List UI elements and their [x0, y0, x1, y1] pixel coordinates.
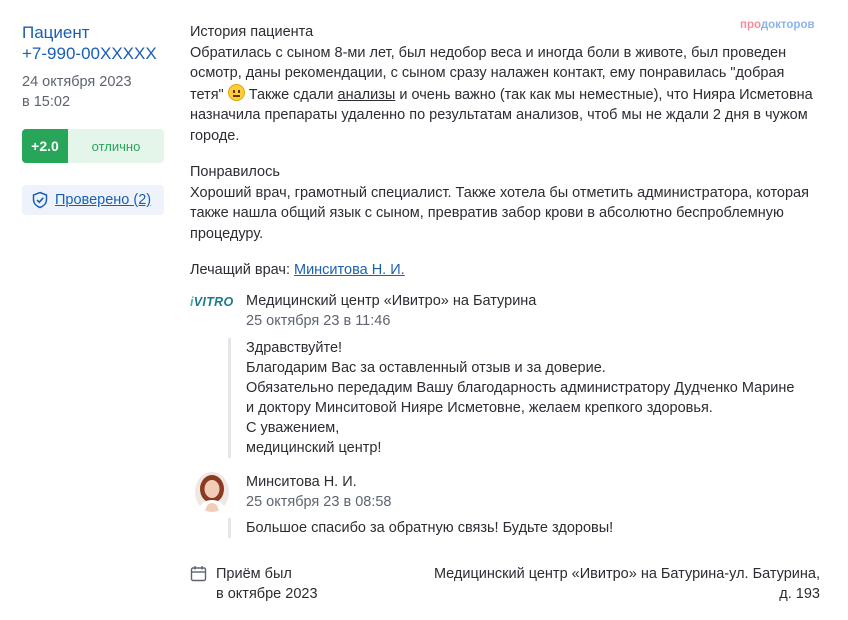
verified-link[interactable]: Проверено (2): [55, 192, 151, 208]
shield-check-icon: [32, 191, 48, 209]
patient-name: Пациент: [22, 23, 90, 42]
doctor-avatar: [195, 472, 229, 512]
treating-doctor-label: Лечащий врач:: [190, 262, 294, 278]
review-date-time: в 15:02: [22, 94, 71, 110]
clinic-location[interactable]: Медицинский центр «Ивитро» на Батурина-у…: [420, 564, 820, 604]
history-text: Обратилась с сыном 8-ми лет, был недобор…: [190, 43, 820, 147]
rating-badge: +2.0 отлично: [22, 129, 164, 163]
rating-score: +2.0: [22, 129, 68, 163]
rating-word: отлично: [68, 129, 164, 163]
review-body: История пациента Обратилась с сыном 8-ми…: [190, 22, 820, 281]
patient-info: Пациент +7-990-00XXXXX 24 октября 2023 в…: [22, 22, 172, 112]
patient-phone[interactable]: +7-990-00XXXXX: [22, 43, 172, 64]
clinic-reply-author[interactable]: Медицинский центр «Ивитро» на Батурина: [246, 291, 536, 311]
calendar-icon: [190, 566, 207, 582]
ivitro-logo: iVITRO: [190, 295, 234, 309]
liked-title: Понравилось: [190, 164, 280, 180]
doctor-reply-text: Большое спасибо за обратную связь! Будьт…: [228, 518, 613, 538]
review-date-day: 24 октября 2023: [22, 74, 132, 90]
visit-info: Приём был в октябре 2023: [190, 564, 318, 604]
history-text-2: Также сдали: [244, 86, 338, 103]
treating-doctor-link[interactable]: Минситова Н. И.: [294, 262, 405, 278]
verified-badge[interactable]: Проверено (2): [22, 185, 164, 215]
clinic-reply-line: Благодарим Вас за оставленный отзыв и за…: [246, 360, 606, 376]
review-date: 24 октября 2023 в 15:02: [22, 72, 172, 112]
clinic-reply-line: и доктору Минситовой Нияре Исметовне, же…: [246, 400, 713, 416]
clinic-reply-line: медицинский центр!: [246, 440, 382, 456]
doctor-reply-header: Минситова Н. И. 25 октября 23 в 08:58: [246, 472, 391, 512]
clinic-reply-line: С уважением,: [246, 420, 340, 436]
visit-line2: в октябре 2023: [216, 586, 318, 602]
doctor-reply-date: 25 октября 23 в 08:58: [246, 494, 392, 510]
history-title: История пациента: [190, 24, 314, 40]
clinic-reply-text: Здравствуйте! Благодарим Вас за оставлен…: [228, 338, 794, 458]
clinic-reply-line: Здравствуйте!: [246, 340, 343, 356]
analyses-link[interactable]: анализы: [338, 87, 396, 103]
location-line2: д. 193: [779, 586, 820, 602]
clinic-reply-line: Обязательно передадим Вашу благодарность…: [246, 380, 795, 396]
visit-line1: Приём был: [216, 566, 292, 582]
clinic-reply-header: Медицинский центр «Ивитро» на Батурина 2…: [246, 291, 536, 331]
treating-doctor: Лечащий врач: Минситова Н. И.: [190, 260, 820, 281]
clinic-reply-date: 25 октября 23 в 11:46: [246, 313, 391, 329]
doctor-reply-author[interactable]: Минситова Н. И.: [246, 472, 391, 492]
liked-text: Хороший врач, грамотный специалист. Такж…: [190, 184, 809, 242]
smile-emoji-icon: [227, 83, 245, 101]
location-line1: Медицинский центр «Ивитро» на Батурина-у…: [433, 566, 820, 582]
